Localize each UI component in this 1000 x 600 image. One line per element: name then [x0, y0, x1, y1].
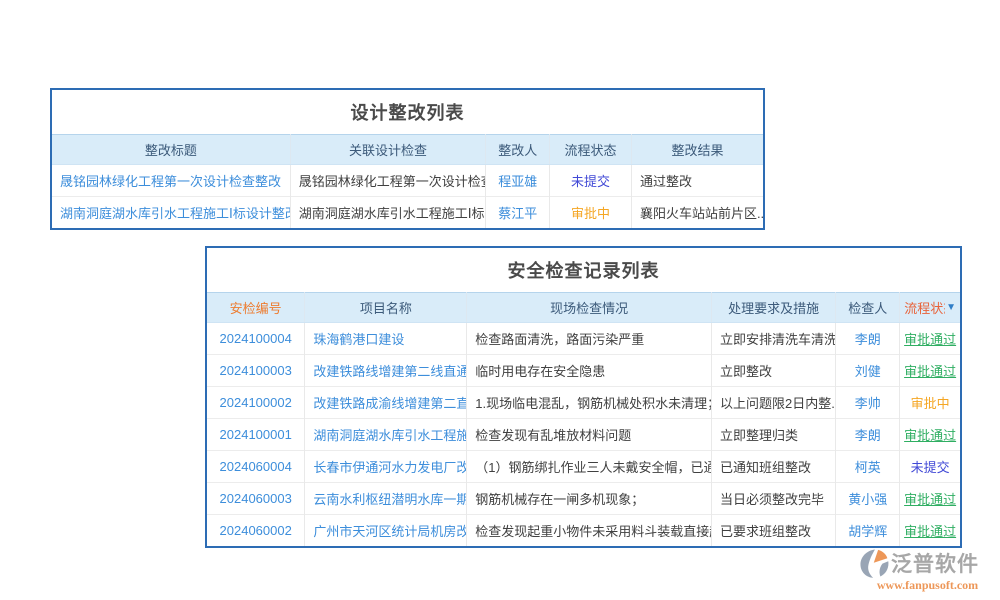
table-row: 2024060002 广州市天河区统计局机房改... 检查发现起重小物件未采用料…	[207, 515, 960, 547]
table-row: 湖南洞庭湖水库引水工程施工Ⅰ标设计整改 湖南洞庭湖水库引水工程施工Ⅰ标... 蔡…	[52, 197, 763, 229]
measures-cell: 立即整理归类	[711, 419, 835, 451]
site-situation-cell: 1.现场临电混乱，钢筋机械处积水未清理；2...	[467, 387, 712, 419]
table-row: 2024060004 长春市伊通河水力发电厂改... （1）钢筋绑扎作业三人未戴…	[207, 451, 960, 483]
safety-table-title: 安全检查记录列表	[207, 248, 960, 292]
col-header-inspection-no: 安检编号	[207, 293, 305, 323]
status-badge: 审批中	[550, 197, 632, 229]
design-header-row: 整改标题 关联设计检查 整改人 流程状态 整改结果	[52, 135, 763, 165]
inspection-no-link[interactable]: 2024060003	[207, 483, 305, 515]
status-badge[interactable]: 审批通过	[900, 483, 960, 515]
rectifier-link[interactable]: 程亚雄	[486, 165, 550, 197]
design-rectification-panel: 设计整改列表 整改标题 关联设计检查 整改人 流程状态 整改结果 晟铭园林绿化工…	[50, 88, 765, 230]
inspection-no-link[interactable]: 2024100001	[207, 419, 305, 451]
project-name-link[interactable]: 改建铁路成渝线增建第二直...	[305, 387, 467, 419]
site-situation-cell: 临时用电存在安全隐患	[467, 355, 712, 387]
col-header-rectify-title: 整改标题	[52, 135, 290, 165]
col-header-site-situation: 现场检查情况	[467, 293, 712, 323]
inspector-link[interactable]: 李朗	[836, 323, 900, 355]
rectify-title-link[interactable]: 湖南洞庭湖水库引水工程施工Ⅰ标设计整改	[52, 197, 290, 229]
measures-cell: 已要求班组整改	[711, 515, 835, 547]
status-badge: 未提交	[900, 451, 960, 483]
inspection-no-link[interactable]: 2024100003	[207, 355, 305, 387]
col-header-rectifier: 整改人	[486, 135, 550, 165]
table-row: 2024100004 珠海鹤港口建设 检查路面清洗，路面污染严重 立即安排清洗车…	[207, 323, 960, 355]
page: 设计整改列表 整改标题 关联设计检查 整改人 流程状态 整改结果 晟铭园林绿化工…	[0, 0, 1000, 600]
project-name-link[interactable]: 珠海鹤港口建设	[305, 323, 467, 355]
site-situation-cell: 钢筋机械存在一闸多机现象；	[467, 483, 712, 515]
col-header-flow-status: 流程状态	[550, 135, 632, 165]
inspector-link[interactable]: 黄小强	[836, 483, 900, 515]
related-check-cell: 湖南洞庭湖水库引水工程施工Ⅰ标...	[290, 197, 486, 229]
inspector-link[interactable]: 李帅	[836, 387, 900, 419]
inspection-no-link[interactable]: 2024100004	[207, 323, 305, 355]
status-badge[interactable]: 审批通过	[900, 419, 960, 451]
design-rectification-table: 整改标题 关联设计检查 整改人 流程状态 整改结果 晟铭园林绿化工程第一次设计检…	[52, 134, 763, 228]
status-badge[interactable]: 审批通过	[900, 355, 960, 387]
safety-header-row: 安检编号 项目名称 现场检查情况 处理要求及措施 检查人 流程状态 ▼	[207, 293, 960, 323]
status-badge: 未提交	[550, 165, 632, 197]
measures-cell: 立即整改	[711, 355, 835, 387]
table-row: 2024100003 改建铁路线增建第二线直通... 临时用电存在安全隐患 立即…	[207, 355, 960, 387]
measures-cell: 以上问题限2日内整...	[711, 387, 835, 419]
project-name-link[interactable]: 湖南洞庭湖水库引水工程施...	[305, 419, 467, 451]
rectify-result-cell: 通过整改	[631, 165, 763, 197]
brand-url: www.fanpusoft.com	[860, 578, 995, 593]
fanpu-logo-icon	[860, 549, 889, 578]
table-row: 2024100002 改建铁路成渝线增建第二直... 1.现场临电混乱，钢筋机械…	[207, 387, 960, 419]
project-name-link[interactable]: 长春市伊通河水力发电厂改...	[305, 451, 467, 483]
project-name-link[interactable]: 广州市天河区统计局机房改...	[305, 515, 467, 547]
col-header-project-name: 项目名称	[305, 293, 467, 323]
col-header-related-check: 关联设计检查	[290, 135, 486, 165]
brand-name: 泛普软件	[891, 548, 979, 578]
site-situation-cell: （1）钢筋绑扎作业三人未戴安全帽，已通知...	[467, 451, 712, 483]
site-situation-cell: 检查发现起重小物件未采用料斗装载直接起...	[467, 515, 712, 547]
inspection-no-link[interactable]: 2024060004	[207, 451, 305, 483]
related-check-cell: 晟铭园林绿化工程第一次设计检查	[290, 165, 486, 197]
status-badge[interactable]: 审批通过	[900, 323, 960, 355]
flow-status-header-label: 流程状态	[904, 298, 945, 317]
site-situation-cell: 检查路面清洗，路面污染严重	[467, 323, 712, 355]
site-situation-cell: 检查发现有乱堆放材料问题	[467, 419, 712, 451]
inspector-link[interactable]: 胡学辉	[836, 515, 900, 547]
design-table-title: 设计整改列表	[52, 90, 763, 134]
table-row: 2024060003 云南水利枢纽潜明水库一期... 钢筋机械存在一闸多机现象；…	[207, 483, 960, 515]
inspection-no-link[interactable]: 2024060002	[207, 515, 305, 547]
inspector-link[interactable]: 刘健	[836, 355, 900, 387]
project-name-link[interactable]: 改建铁路线增建第二线直通...	[305, 355, 467, 387]
rectifier-link[interactable]: 蔡江平	[486, 197, 550, 229]
measures-cell: 已通知班组整改	[711, 451, 835, 483]
inspector-link[interactable]: 李朗	[836, 419, 900, 451]
measures-cell: 立即安排清洗车清洗	[711, 323, 835, 355]
col-header-measures: 处理要求及措施	[711, 293, 835, 323]
sort-down-icon[interactable]: ▼	[946, 302, 956, 313]
table-row: 晟铭园林绿化工程第一次设计检查整改 晟铭园林绿化工程第一次设计检查 程亚雄 未提…	[52, 165, 763, 197]
measures-cell: 当日必须整改完毕	[711, 483, 835, 515]
col-header-flow-status-sortable[interactable]: 流程状态 ▼	[900, 293, 960, 323]
safety-inspection-panel: 安全检查记录列表 安检编号 项目名称 现场检查情况 处理要求及措施 检查人 流程…	[205, 246, 962, 548]
col-header-rectify-result: 整改结果	[631, 135, 763, 165]
rectify-result-cell: 襄阳火车站站前片区...	[631, 197, 763, 229]
inspection-no-link[interactable]: 2024100002	[207, 387, 305, 419]
project-name-link[interactable]: 云南水利枢纽潜明水库一期...	[305, 483, 467, 515]
status-badge: 审批中	[900, 387, 960, 419]
safety-inspection-table: 安检编号 项目名称 现场检查情况 处理要求及措施 检查人 流程状态 ▼ 2024…	[207, 292, 960, 546]
inspector-link[interactable]: 柯英	[836, 451, 900, 483]
rectify-title-link[interactable]: 晟铭园林绿化工程第一次设计检查整改	[52, 165, 290, 197]
fanpu-watermark: 泛普软件 www.fanpusoft.com	[860, 548, 995, 593]
table-row: 2024100001 湖南洞庭湖水库引水工程施... 检查发现有乱堆放材料问题 …	[207, 419, 960, 451]
col-header-inspector: 检查人	[836, 293, 900, 323]
status-badge[interactable]: 审批通过	[900, 515, 960, 547]
